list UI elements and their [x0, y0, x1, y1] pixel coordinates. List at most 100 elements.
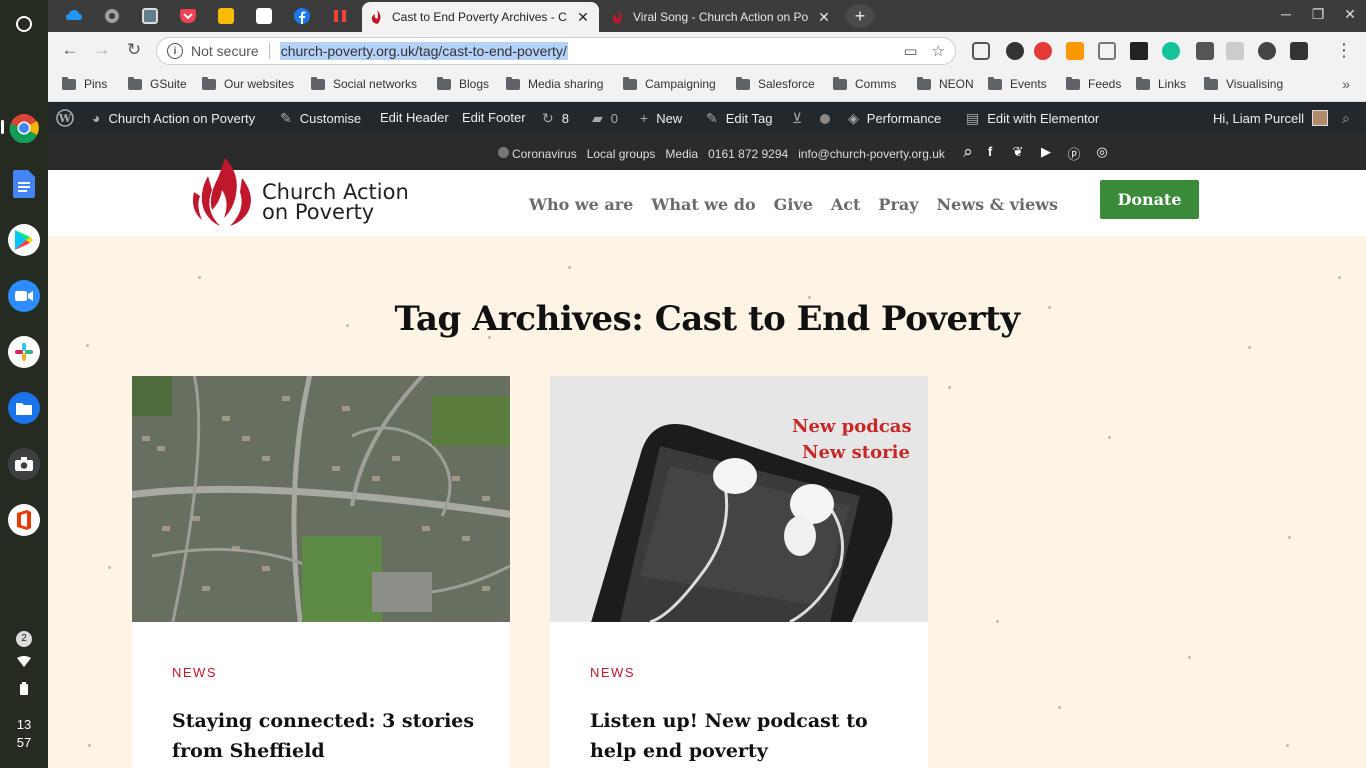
- tab-pinned-facebook[interactable]: [288, 4, 316, 28]
- url-text[interactable]: church-poverty.org.uk/tag/cast-to-end-po…: [279, 42, 568, 60]
- post-card[interactable]: NEWS Staying connected: 3 stories from S…: [132, 376, 510, 768]
- notification-count[interactable]: 2: [0, 630, 48, 647]
- wp-performance[interactable]: ◈ Performance: [848, 110, 941, 127]
- wp-account[interactable]: Hi, Liam Purcell: [1213, 110, 1329, 126]
- bookmark-folder[interactable]: Our websites: [202, 76, 294, 91]
- phone-link[interactable]: 0161 872 9294: [708, 147, 788, 161]
- address-bar[interactable]: i Not secure church-poverty.org.uk/tag/c…: [156, 37, 956, 65]
- post-category[interactable]: NEWS: [590, 665, 635, 680]
- media-link[interactable]: Media: [665, 147, 698, 161]
- slack-icon[interactable]: [8, 336, 40, 368]
- twitter-icon[interactable]: ❦: [1010, 144, 1026, 160]
- nav-who-we-are[interactable]: Who we are: [529, 195, 633, 214]
- bookmark-folder[interactable]: Events: [988, 76, 1047, 91]
- wp-comments[interactable]: ▰ 0: [592, 110, 618, 127]
- wp-updates[interactable]: ↻ 8: [542, 110, 569, 127]
- tab-pinned-2[interactable]: [98, 4, 126, 28]
- reload-icon[interactable]: ↻: [122, 40, 146, 62]
- coronavirus-link[interactable]: Coronavirus: [498, 147, 577, 161]
- wp-site-name[interactable]: ◕ Church Action on Poverty: [92, 110, 255, 126]
- info-icon[interactable]: i: [167, 43, 183, 59]
- tab-pinned-5[interactable]: [250, 4, 278, 28]
- wp-elementor[interactable]: ▤ Edit with Elementor: [966, 110, 1099, 127]
- site-logo[interactable]: Church Action on Poverty: [190, 156, 409, 233]
- clock[interactable]: 13 57: [0, 716, 48, 752]
- youtube-icon[interactable]: ▶: [1038, 144, 1054, 160]
- donate-button[interactable]: Donate: [1100, 180, 1199, 219]
- instagram-icon[interactable]: ◎: [1094, 144, 1110, 160]
- tab-inactive[interactable]: Viral Song - Church Action on Po ✕: [603, 2, 840, 32]
- minimize-icon[interactable]: ─: [1276, 6, 1296, 22]
- podcast-phone-image[interactable]: New podcas New storie: [550, 376, 928, 622]
- wp-customise[interactable]: ✎ Customise: [280, 110, 361, 127]
- chrome-icon[interactable]: [8, 112, 40, 144]
- nav-news-views[interactable]: News & views: [937, 195, 1059, 214]
- wordpress-logo-icon[interactable]: W: [56, 109, 74, 127]
- nav-act[interactable]: Act: [831, 195, 861, 214]
- zoom-icon[interactable]: [8, 280, 40, 312]
- bookmark-folder[interactable]: Feeds: [1066, 76, 1121, 91]
- close-tab-icon[interactable]: ✕: [816, 9, 832, 26]
- bookmark-folder[interactable]: Comms: [833, 76, 896, 91]
- yoast-icon[interactable]: ⊻: [792, 110, 810, 127]
- bookmarks-overflow-icon[interactable]: »: [1342, 76, 1350, 92]
- wp-edit-tag[interactable]: ✎ Edit Tag: [706, 110, 772, 127]
- post-card[interactable]: New podcas New storie NEWS Listen up! Ne…: [550, 376, 928, 768]
- tab-pinned-1[interactable]: [60, 4, 88, 28]
- new-tab-button[interactable]: +: [846, 4, 874, 28]
- bookmark-folder[interactable]: Pins: [62, 76, 107, 91]
- extension-icon[interactable]: [1130, 42, 1148, 60]
- play-store-icon[interactable]: [8, 224, 40, 256]
- nav-pray[interactable]: Pray: [878, 195, 918, 214]
- local-groups-link[interactable]: Local groups: [587, 147, 656, 161]
- nav-give[interactable]: Give: [774, 195, 813, 214]
- bookmark-folder[interactable]: Blogs: [437, 76, 489, 91]
- battery-icon[interactable]: [0, 682, 48, 698]
- camera-icon[interactable]: [8, 448, 40, 480]
- docs-icon[interactable]: [8, 168, 40, 200]
- owl-extension-icon[interactable]: [1006, 42, 1024, 60]
- bookmark-folder[interactable]: Campaigning: [623, 76, 716, 91]
- office-icon[interactable]: [8, 504, 40, 536]
- bookmark-folder[interactable]: NEON: [917, 76, 974, 91]
- incognito-extension-icon[interactable]: [1258, 42, 1276, 60]
- cast-icon[interactable]: ▭: [903, 42, 917, 60]
- wp-edit-footer[interactable]: Edit Footer: [462, 110, 526, 125]
- wifi-icon[interactable]: [0, 656, 48, 670]
- list-extension-icon[interactable]: [1226, 42, 1244, 60]
- aerial-housing-image[interactable]: [132, 376, 510, 622]
- search-icon[interactable]: ⌕: [960, 142, 976, 161]
- launcher-icon[interactable]: [8, 8, 40, 40]
- tab-active[interactable]: Cast to End Poverty Archives - C ✕: [362, 2, 599, 32]
- wp-new[interactable]: + New: [640, 110, 682, 126]
- post-title[interactable]: Staying connected: 3 stories from Sheffi…: [172, 706, 482, 766]
- wp-edit-header[interactable]: Edit Header: [380, 110, 449, 125]
- honey-extension-icon[interactable]: [1066, 42, 1084, 60]
- post-category[interactable]: NEWS: [172, 665, 217, 680]
- adblock-extension-icon[interactable]: [1034, 42, 1052, 60]
- close-tab-icon[interactable]: ✕: [575, 9, 591, 26]
- email-link[interactable]: info@church-poverty.org.uk: [798, 147, 945, 161]
- forward-icon[interactable]: →: [90, 40, 114, 62]
- security-label[interactable]: Not secure: [191, 43, 259, 59]
- bookmark-folder[interactable]: Social networks: [311, 76, 417, 91]
- bookmark-folder[interactable]: Salesforce: [736, 76, 815, 91]
- menu-icon[interactable]: ⋮: [1332, 40, 1356, 62]
- tab-pinned-3[interactable]: [136, 4, 164, 28]
- bookmark-folder[interactable]: GSuite: [128, 76, 187, 91]
- rtv-extension-icon[interactable]: [1290, 42, 1308, 60]
- restore-icon[interactable]: ❐: [1308, 6, 1328, 23]
- bookmark-folder[interactable]: Media sharing: [506, 76, 603, 91]
- tab-pinned-keep[interactable]: [212, 4, 240, 28]
- files-icon[interactable]: [8, 392, 40, 424]
- facebook-icon[interactable]: f: [982, 144, 998, 160]
- search-icon[interactable]: ⌕: [1342, 110, 1350, 127]
- close-window-icon[interactable]: ✕: [1340, 6, 1360, 23]
- nav-what-we-do[interactable]: What we do: [651, 195, 755, 214]
- tab-pinned-7[interactable]: [326, 4, 354, 28]
- bookmark-folder[interactable]: Visualising: [1204, 76, 1283, 91]
- pinterest-icon[interactable]: ⓟ: [1066, 144, 1082, 162]
- pocket-extension-icon[interactable]: [972, 42, 990, 60]
- tab-pinned-pocket[interactable]: [174, 4, 202, 28]
- bookmark-star-icon[interactable]: ☆: [932, 42, 945, 60]
